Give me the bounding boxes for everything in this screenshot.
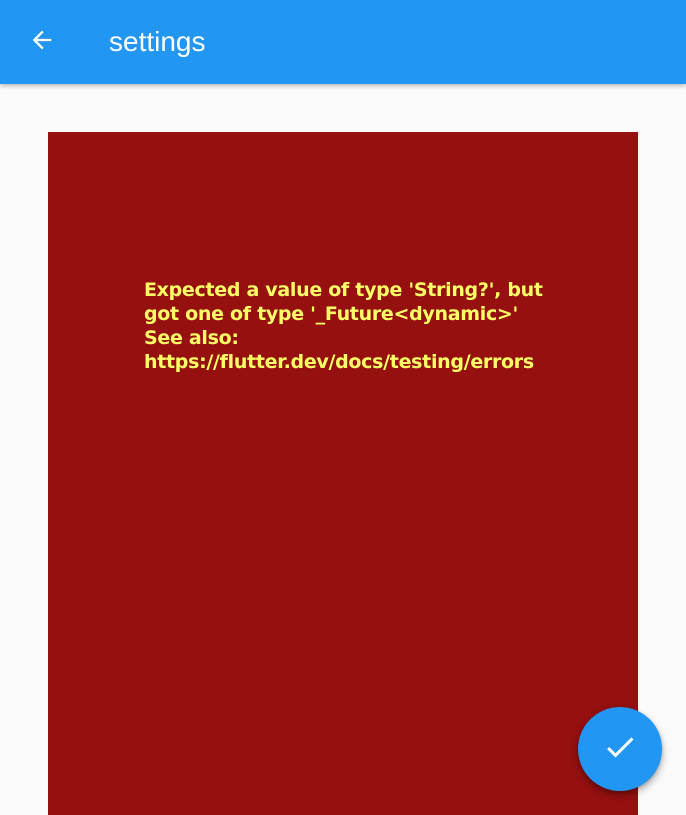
page-title: settings: [109, 26, 206, 57]
error-widget: Expected a value of type 'String?', but …: [48, 132, 638, 815]
error-message: Expected a value of type 'String?', but …: [144, 279, 543, 373]
arrow-back-icon: [28, 26, 56, 59]
back-button[interactable]: [20, 20, 64, 64]
app-bar: settings: [0, 0, 686, 84]
confirm-fab-button[interactable]: [578, 707, 662, 791]
check-icon: [602, 729, 638, 770]
